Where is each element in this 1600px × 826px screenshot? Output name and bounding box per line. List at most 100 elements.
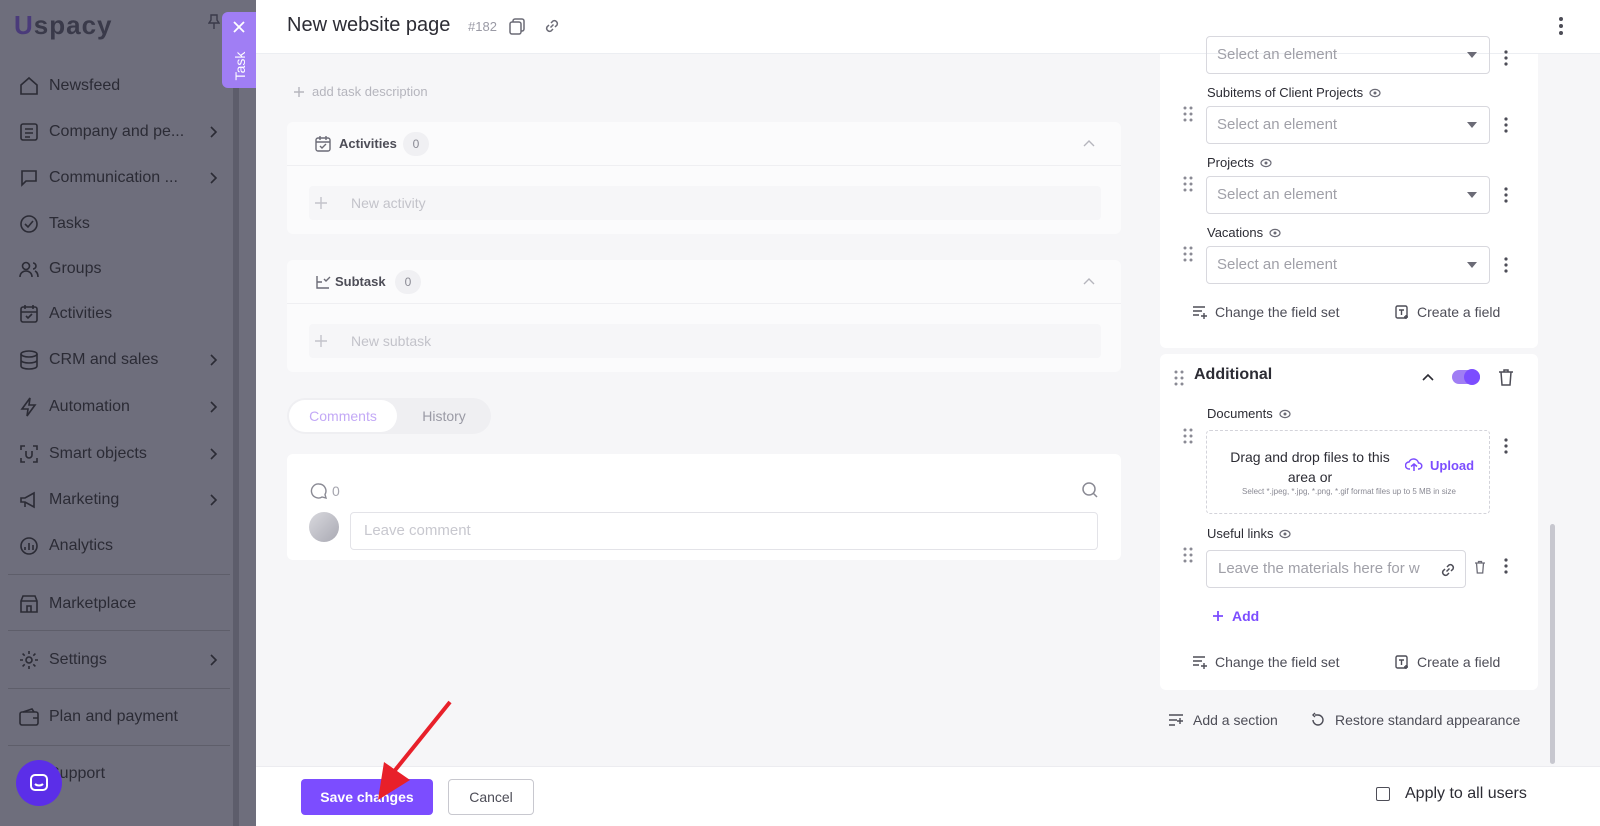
file-drop-zone[interactable]: Drag and drop files to this area or Uplo… <box>1206 430 1490 514</box>
apply-to-all-users-checkbox[interactable]: Apply to all users <box>1376 785 1527 803</box>
sidebar-item-settings[interactable]: Settings <box>18 646 218 674</box>
drag-handle-icon[interactable] <box>1174 370 1184 386</box>
field-menu-icon[interactable] <box>1504 187 1508 203</box>
section-toggle[interactable] <box>1452 369 1480 385</box>
field-label-useful-links: Useful links <box>1207 526 1292 541</box>
chevron-right-icon[interactable] <box>208 652 218 668</box>
field-menu-icon[interactable] <box>1504 438 1508 454</box>
field-label-projects: Projects <box>1207 155 1272 170</box>
add-link-button[interactable]: Add <box>1212 608 1259 624</box>
select-field-0[interactable]: Select an element <box>1206 36 1490 74</box>
create-field-button[interactable]: Create a field <box>1394 304 1500 320</box>
links-placeholder: Leave the materials here for w <box>1218 560 1420 577</box>
analytics-icon <box>20 537 38 555</box>
eye-icon[interactable] <box>1279 529 1292 539</box>
chevron-right-icon[interactable] <box>208 352 218 368</box>
drag-handle-icon[interactable] <box>1183 176 1193 192</box>
apply-to-all-users-label: Apply to all users <box>1405 785 1527 802</box>
field-menu-icon[interactable] <box>1504 50 1508 66</box>
chevron-right-icon[interactable] <box>208 446 218 462</box>
panel-scrollbar[interactable] <box>1550 524 1555 764</box>
add-description-link[interactable]: add task description <box>293 84 428 99</box>
subtask-icon <box>316 276 331 289</box>
tab-comments[interactable]: Comments <box>289 400 397 432</box>
new-subtask-input[interactable]: New subtask <box>309 324 1101 358</box>
chevron-up-icon[interactable] <box>1083 276 1095 286</box>
app-logo[interactable]: Uspacy <box>14 10 113 41</box>
comment-input[interactable]: Leave comment <box>350 512 1098 550</box>
change-field-set-button[interactable]: Change the field set <box>1192 654 1340 670</box>
subtask-header[interactable]: Subtask 0 <box>287 260 1121 304</box>
chevron-up-icon[interactable] <box>1422 372 1434 382</box>
eye-icon[interactable] <box>1260 158 1272 168</box>
sidebar-item-plan-and-payment[interactable]: Plan and payment <box>18 703 218 731</box>
sidebar-item-company-and-pe[interactable]: Company and pe... <box>18 118 218 146</box>
select-projects[interactable]: Select an element <box>1206 176 1490 214</box>
field-menu-icon[interactable] <box>1504 558 1508 574</box>
sidebar-item-crm-and-sales[interactable]: CRM and sales <box>18 346 218 374</box>
drag-handle-icon[interactable] <box>1183 246 1193 262</box>
sidebar-scrollbar[interactable] <box>233 40 239 826</box>
select-subitems-client-projects[interactable]: Select an element <box>1206 106 1490 144</box>
close-icon[interactable] <box>232 20 246 34</box>
chevron-right-icon[interactable] <box>208 399 218 415</box>
copy-icon[interactable] <box>508 17 526 35</box>
change-field-set-button[interactable]: Change the field set <box>1192 304 1340 320</box>
task-id: #182 <box>468 19 497 34</box>
sidebar-item-activities[interactable]: Activities <box>18 300 218 328</box>
smart-objects-icon <box>20 445 38 463</box>
marketplace-icon <box>20 595 38 613</box>
calendar-check-icon <box>315 136 331 152</box>
sidebar-item-marketing[interactable]: Marketing <box>18 486 218 514</box>
drag-handle-icon[interactable] <box>1183 428 1193 444</box>
sidebar-item-analytics[interactable]: Analytics <box>18 532 218 560</box>
upload-button[interactable]: Upload <box>1405 457 1474 473</box>
sidebar-item-label: Plan and payment <box>49 708 178 725</box>
task-side-tab[interactable]: Task <box>222 12 256 88</box>
tab-history[interactable]: History <box>399 400 489 432</box>
search-icon[interactable] <box>1081 481 1099 499</box>
sidebar-item-automation[interactable]: Automation <box>18 393 218 421</box>
sidebar-item-tasks[interactable]: Tasks <box>18 210 218 238</box>
trash-icon[interactable] <box>1474 560 1486 574</box>
pin-icon[interactable] <box>208 14 220 30</box>
create-field-label: Create a field <box>1417 654 1501 670</box>
add-section-button[interactable]: Add a section <box>1168 712 1278 728</box>
eye-icon[interactable] <box>1279 409 1291 419</box>
useful-links-input[interactable]: Leave the materials here for w <box>1206 550 1466 588</box>
chevron-up-icon[interactable] <box>1083 138 1095 148</box>
sidebar-item-marketplace[interactable]: Marketplace <box>18 590 218 618</box>
cancel-button[interactable]: Cancel <box>448 779 534 815</box>
upload-hint: Select *.jpeg, *.jpg, *.png, *.gif forma… <box>1242 487 1456 496</box>
sidebar-item-groups[interactable]: Groups <box>18 255 218 283</box>
activities-header[interactable]: Activities 0 <box>287 122 1121 166</box>
eye-icon[interactable] <box>1269 228 1281 238</box>
chevron-right-icon[interactable] <box>208 492 218 508</box>
sidebar-item-smart-objects[interactable]: Smart objects <box>18 440 218 468</box>
create-field-button[interactable]: Create a field <box>1394 654 1500 670</box>
checkbox[interactable] <box>1376 787 1390 801</box>
wallet-icon <box>19 708 39 726</box>
field-menu-icon[interactable] <box>1504 117 1508 133</box>
field-menu-icon[interactable] <box>1504 257 1508 273</box>
trash-icon[interactable] <box>1498 368 1514 386</box>
sidebar-item-communication[interactable]: Communication ... <box>18 164 218 192</box>
select-vacations[interactable]: Select an element <box>1206 246 1490 284</box>
restore-appearance-button[interactable]: Restore standard appearance <box>1310 712 1520 728</box>
drag-handle-icon[interactable] <box>1183 547 1193 563</box>
new-subtask-placeholder: New subtask <box>351 333 432 349</box>
more-options-icon[interactable] <box>1558 16 1564 36</box>
drag-handle-icon[interactable] <box>1183 106 1193 122</box>
eye-icon[interactable] <box>1369 88 1381 98</box>
new-activity-input[interactable]: New activity <box>309 186 1101 220</box>
page-title[interactable]: New website page <box>287 14 450 37</box>
restore-appearance-label: Restore standard appearance <box>1335 712 1521 728</box>
field-settings-column: Select an element Subitems of Client Pro… <box>1160 36 1538 774</box>
chevron-right-icon[interactable] <box>208 170 218 186</box>
link-icon[interactable] <box>543 17 561 35</box>
comment-count: 0 <box>332 483 340 499</box>
chevron-right-icon[interactable] <box>208 124 218 140</box>
sidebar-item-newsfeed[interactable]: Newsfeed <box>18 72 218 100</box>
chat-widget-button[interactable] <box>16 760 62 806</box>
field-label-text: Useful links <box>1207 526 1274 541</box>
